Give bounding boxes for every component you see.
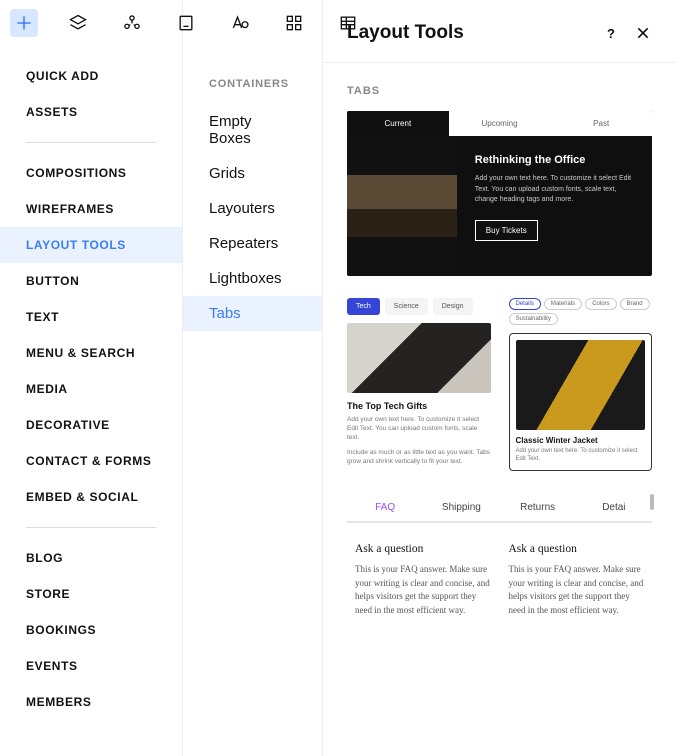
category-item[interactable]: MEMBERS bbox=[0, 684, 182, 720]
subcategory-item[interactable]: Empty Boxes bbox=[183, 104, 322, 156]
category-item[interactable]: BUTTON bbox=[0, 263, 182, 299]
preview-tab: FAQ bbox=[347, 494, 423, 521]
tabs-preset-pills[interactable]: Tech Science Design The Top Tech Gifts Add… bbox=[347, 298, 491, 472]
preview-heading: The Top Tech Gifts bbox=[347, 401, 491, 411]
preview-tab: Tech bbox=[347, 298, 380, 315]
top-toolbar bbox=[0, 0, 676, 46]
category-item[interactable]: TEXT bbox=[0, 299, 182, 335]
subcategory-item[interactable]: Grids bbox=[183, 156, 322, 191]
faq-question: Ask a question bbox=[509, 543, 645, 555]
preview-tab: Materials bbox=[544, 298, 582, 310]
preview-tab: Science bbox=[385, 298, 428, 315]
category-item[interactable]: BOOKINGS bbox=[0, 612, 182, 648]
preview-image bbox=[347, 136, 457, 276]
sublist-heading: CONTAINERS bbox=[183, 58, 322, 104]
preview-tab: Colors bbox=[585, 298, 616, 310]
preview-body: Add your own text here. To customize it … bbox=[516, 448, 646, 464]
preview-tab: Past bbox=[550, 111, 652, 136]
preview-tab: Sustainability bbox=[509, 313, 558, 325]
text-style-icon[interactable] bbox=[226, 9, 254, 37]
preview-panel: Layout Tools ? TABS CurrentUpcomingPast … bbox=[323, 0, 676, 756]
faq-answer: This is your FAQ answer. Make sure your … bbox=[355, 563, 491, 617]
preview-image bbox=[516, 340, 646, 430]
category-item[interactable]: DECORATIVE bbox=[0, 407, 182, 443]
category-item[interactable]: STORE bbox=[0, 576, 182, 612]
category-item[interactable]: MENU & SEARCH bbox=[0, 335, 182, 371]
preview-button: Buy Tickets bbox=[475, 220, 538, 241]
divider bbox=[26, 142, 156, 143]
category-item[interactable]: EVENTS bbox=[0, 648, 182, 684]
preview-image bbox=[347, 323, 491, 393]
preview-tab: Brand bbox=[620, 298, 650, 310]
category-item[interactable]: EMBED & SOCIAL bbox=[0, 479, 182, 515]
preview-body: Add your own text here. To customize it … bbox=[475, 174, 634, 206]
tabs-preset-tags[interactable]: DetailsMaterialsColors Brand Sustainabilit… bbox=[509, 298, 653, 472]
plus-icon[interactable] bbox=[10, 9, 38, 37]
preview-heading: Rethinking the Office bbox=[475, 154, 634, 166]
components-icon[interactable] bbox=[118, 9, 146, 37]
preview-tab: Current bbox=[347, 111, 449, 136]
category-item[interactable]: WIREFRAMES bbox=[0, 191, 182, 227]
preview-heading: Classic Winter Jacket bbox=[516, 436, 646, 445]
preview-body: Add your own text here. To customize it … bbox=[347, 415, 491, 442]
category-item[interactable]: CONTACT & FORMS bbox=[0, 443, 182, 479]
subcategory-item[interactable]: Layouters bbox=[183, 191, 322, 226]
subcategory-item[interactable]: Tabs bbox=[183, 296, 322, 331]
grid-icon[interactable] bbox=[280, 9, 308, 37]
preview-body: Include as much or as little text as you… bbox=[347, 448, 491, 466]
section-label: TABS bbox=[347, 85, 652, 97]
preview-tab: Details bbox=[509, 298, 541, 310]
preview-tab: Detai bbox=[576, 494, 652, 521]
layers-icon[interactable] bbox=[64, 9, 92, 37]
category-item[interactable]: MEDIA bbox=[0, 371, 182, 407]
subcategory-item[interactable]: Lightboxes bbox=[183, 261, 322, 296]
table-icon[interactable] bbox=[334, 9, 362, 37]
category-item[interactable]: BLOG bbox=[0, 540, 182, 576]
page-icon[interactable] bbox=[172, 9, 200, 37]
subcategory-item[interactable]: Repeaters bbox=[183, 226, 322, 261]
subcategory-list: CONTAINERS Empty BoxesGridsLayoutersRepe… bbox=[183, 0, 323, 756]
category-sidebar: QUICK ADDASSETS COMPOSITIONSWIREFRAMESLAY… bbox=[0, 0, 183, 756]
preview-tab: Shipping bbox=[423, 494, 499, 521]
category-item[interactable]: ASSETS bbox=[0, 94, 182, 130]
preview-tab: Design bbox=[433, 298, 473, 315]
scroll-indicator bbox=[650, 494, 654, 510]
divider bbox=[26, 527, 156, 528]
preview-tab: Returns bbox=[500, 494, 576, 521]
category-item[interactable]: QUICK ADD bbox=[0, 58, 182, 94]
faq-question: Ask a question bbox=[355, 543, 491, 555]
category-item[interactable]: COMPOSITIONS bbox=[0, 155, 182, 191]
tabs-preset-faq[interactable]: FAQShippingReturnsDetai Ask a question T… bbox=[347, 494, 652, 617]
preview-tab: Upcoming bbox=[449, 111, 551, 136]
faq-answer: This is your FAQ answer. Make sure your … bbox=[509, 563, 645, 617]
tabs-preset-dark[interactable]: CurrentUpcomingPast Rethinking the Offic… bbox=[347, 111, 652, 276]
category-item[interactable]: LAYOUT TOOLS bbox=[0, 227, 182, 263]
